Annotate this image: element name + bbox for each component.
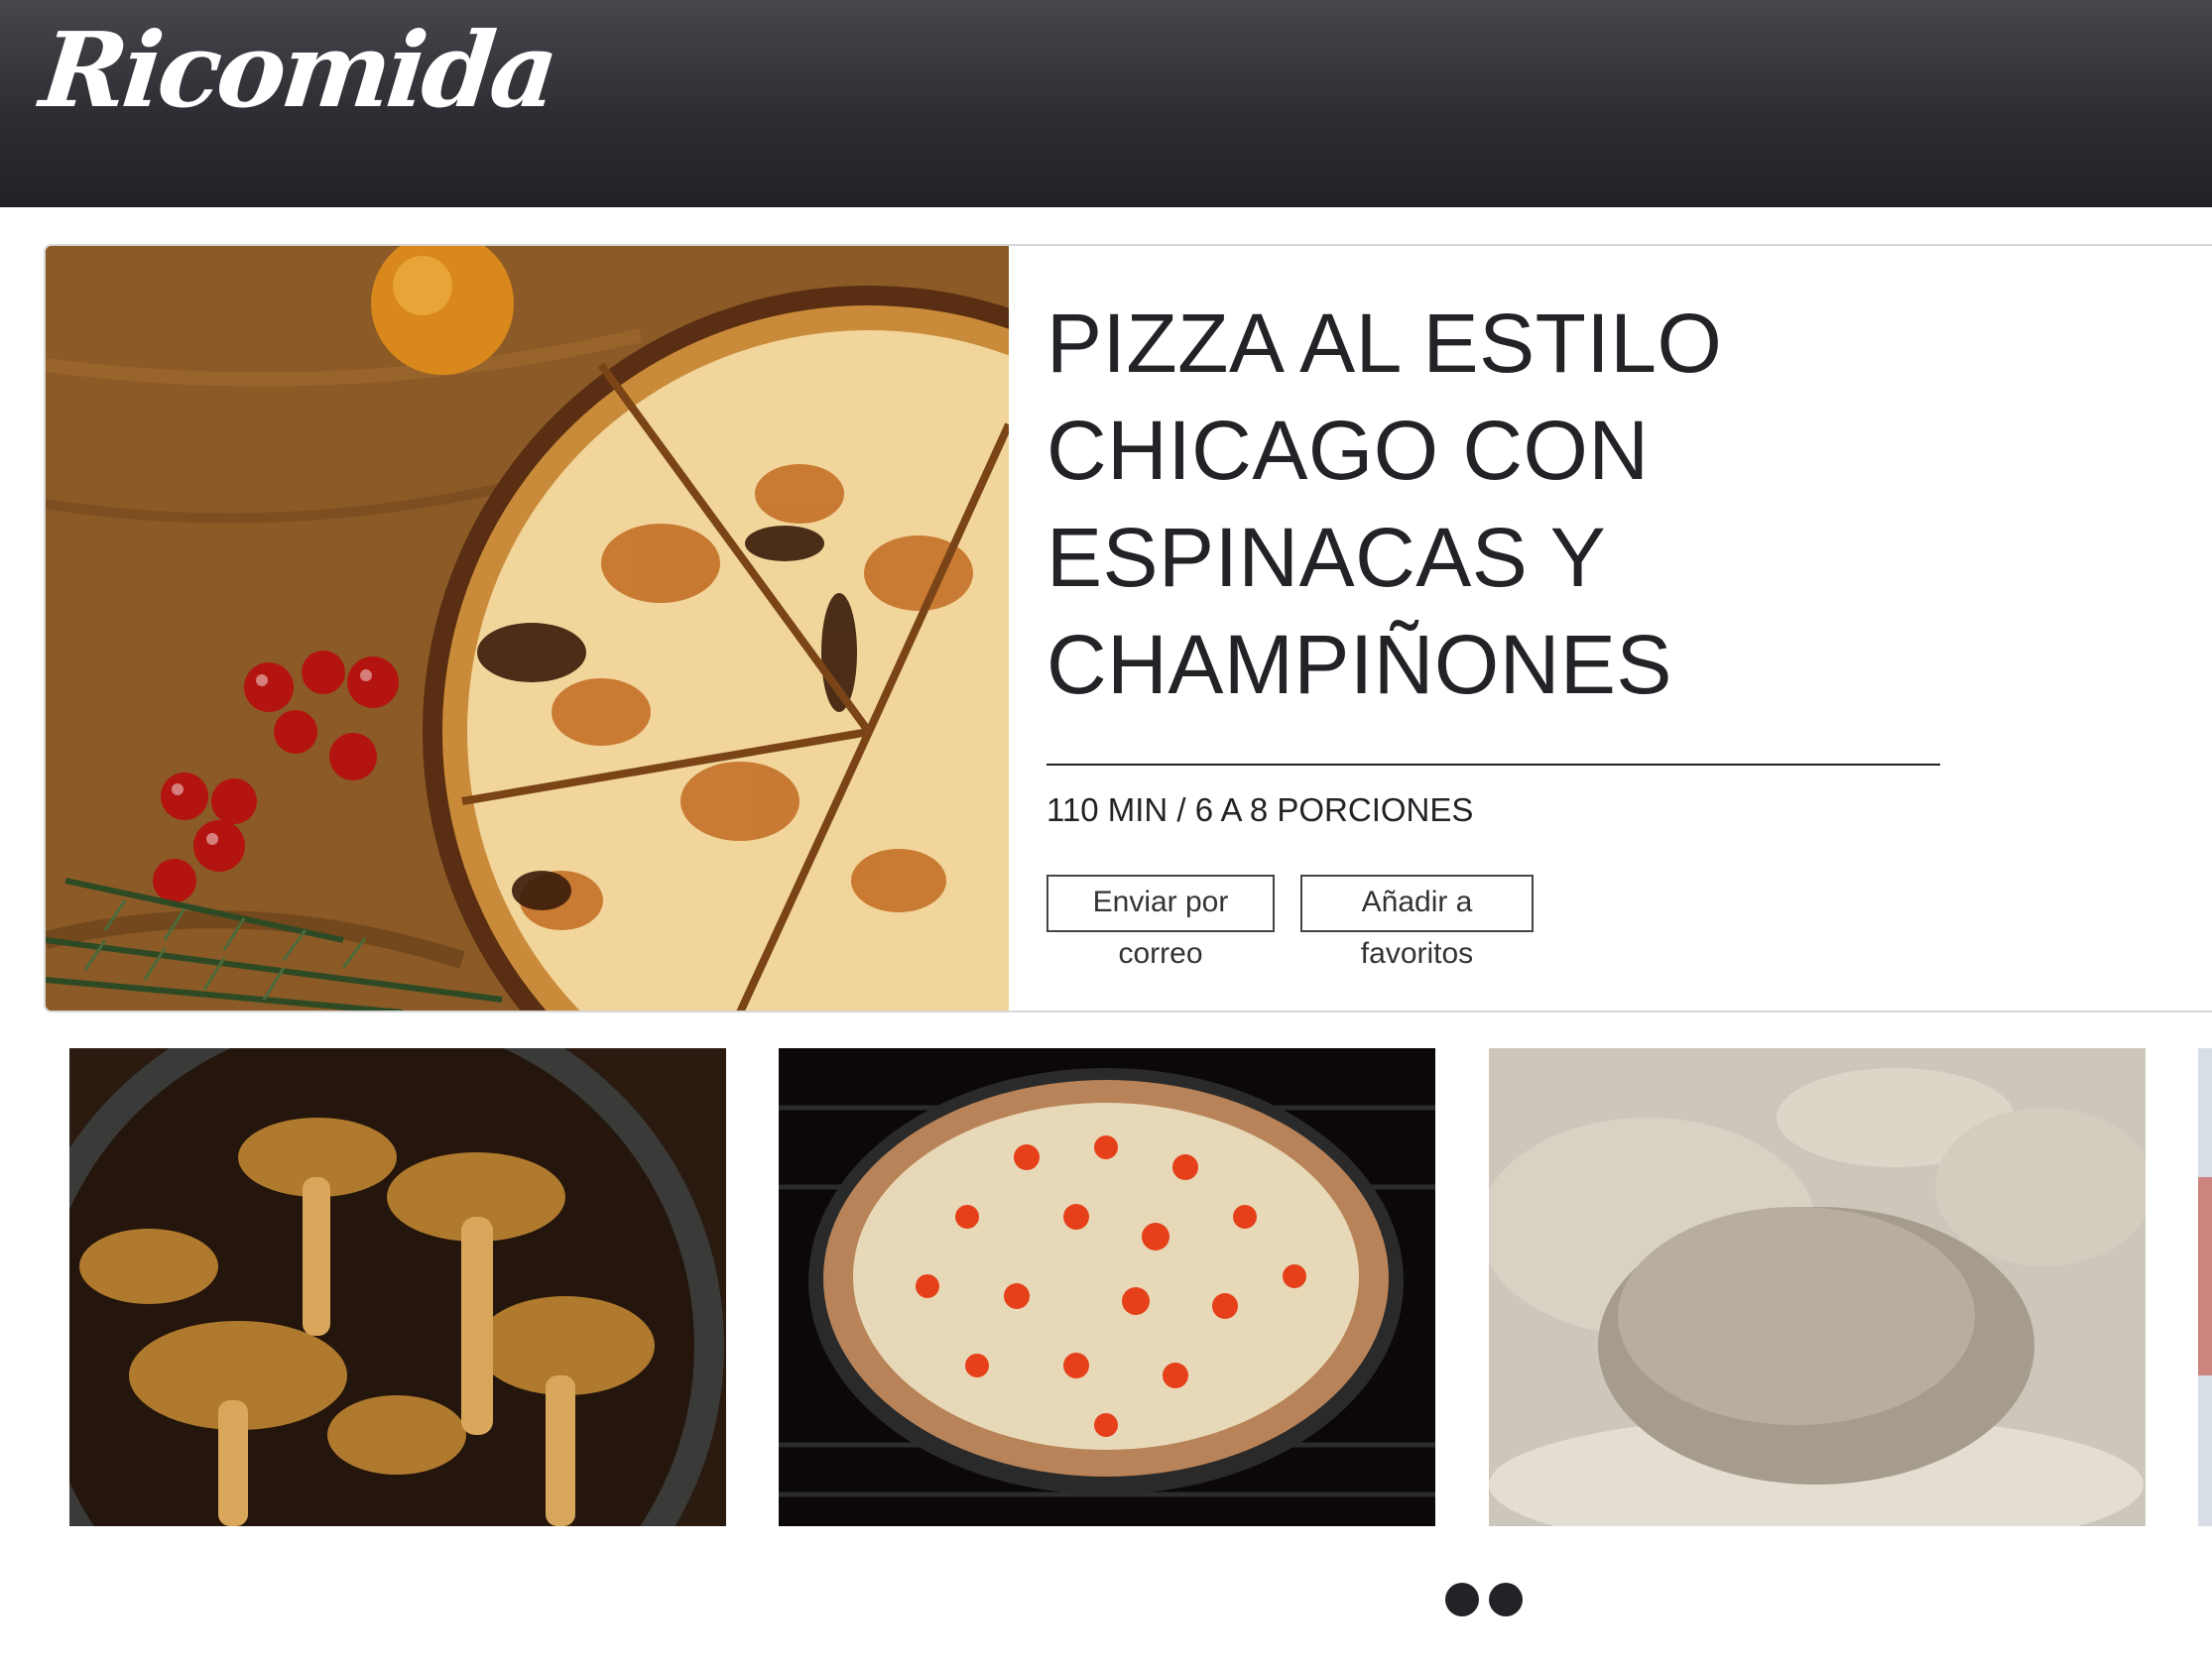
thumbnail-mushrooms[interactable] [69, 1048, 726, 1526]
thumbnail-dough[interactable] [1489, 1048, 2146, 1526]
thumbnail-partial[interactable] [2198, 1048, 2212, 1526]
recipe-title[interactable]: PIZZA AL ESTILO CHICAGO CON ESPINACAS Y … [1046, 290, 2019, 718]
recipe-meta: 110 MIN / 6 A 8 PORCIONES [1046, 791, 1474, 828]
dough-photo-illustration [1489, 1048, 2146, 1526]
site-logo[interactable]: Ricomida [36, 9, 560, 131]
carousel-pagination [1445, 1583, 1523, 1616]
recipe-image[interactable] [46, 246, 1009, 1011]
partial-photo-illustration [2198, 1048, 2212, 1526]
title-divider [1046, 764, 1940, 766]
email-recipe-button[interactable]: Enviar por correo [1046, 875, 1275, 970]
site-header: Ricomida [0, 0, 2212, 207]
carousel-dot-1[interactable] [1445, 1583, 1479, 1616]
mushrooms-photo-illustration [69, 1048, 726, 1526]
featured-recipe-card: PIZZA AL ESTILO CHICAGO CON ESPINACAS Y … [44, 244, 2212, 1013]
pizza-in-oven-photo-illustration [779, 1048, 1435, 1526]
add-to-favorites-button[interactable]: Añadir a favoritos [1300, 875, 1534, 970]
recipe-details: PIZZA AL ESTILO CHICAGO CON ESPINACAS Y … [1046, 246, 2138, 1011]
pizza-photo-illustration [46, 246, 1009, 1011]
carousel-dot-2[interactable] [1489, 1583, 1523, 1616]
thumbnail-pizza-oven[interactable] [779, 1048, 1435, 1526]
recipe-actions: Enviar por correo Añadir a favoritos [1046, 875, 1534, 970]
recipe-thumbnails-carousel [0, 1048, 2212, 1526]
